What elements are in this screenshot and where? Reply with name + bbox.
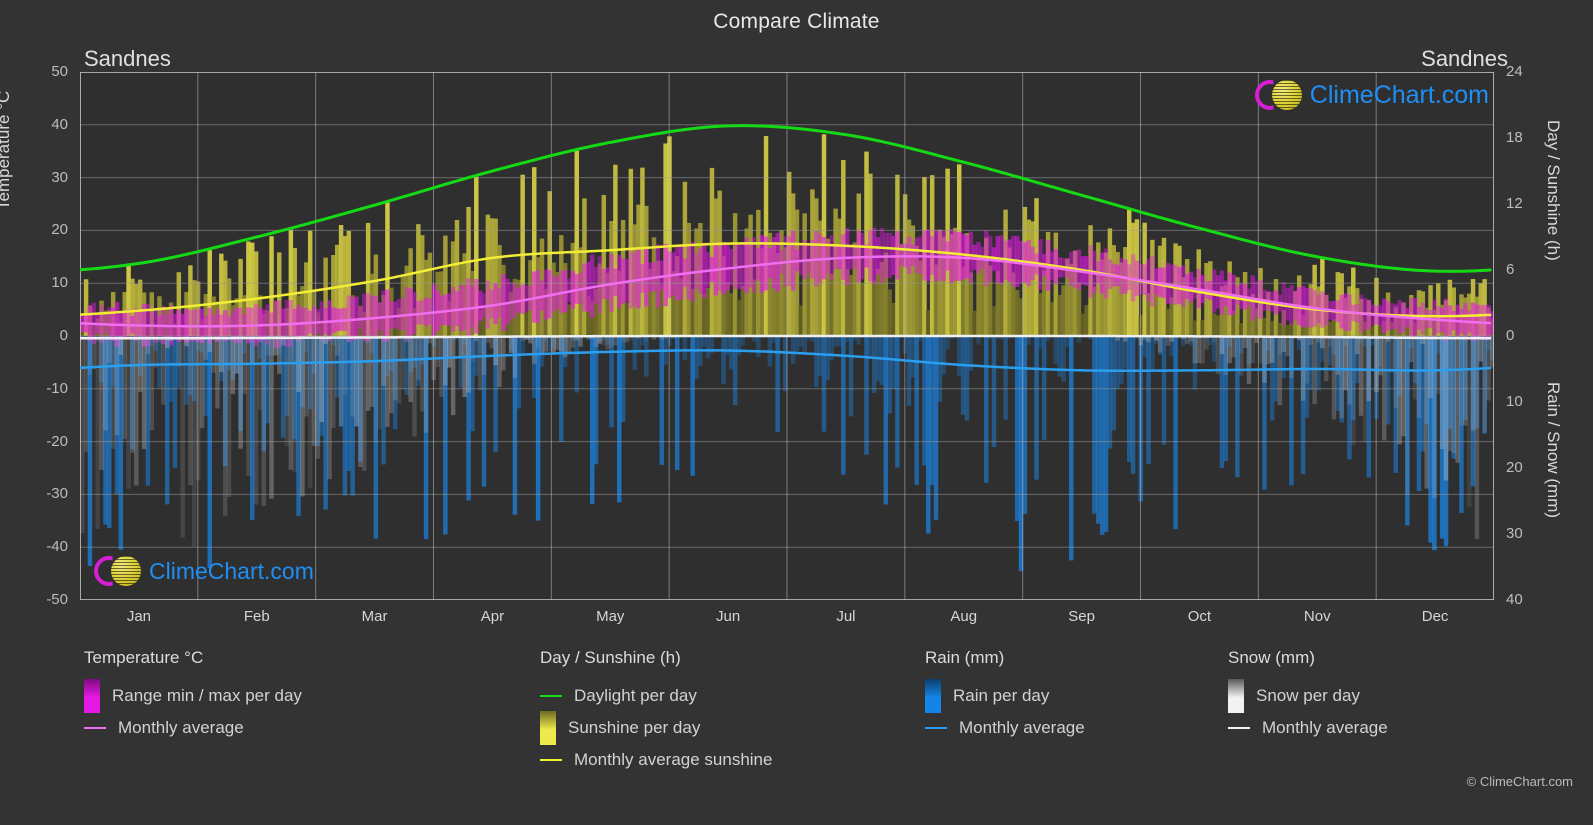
legend-item-label: Monthly average — [959, 718, 1085, 737]
tick-temp-20: 20 — [51, 221, 68, 239]
legend-group-rain-mm: Rain (mm) Rain per day Monthly average — [925, 648, 1085, 744]
legend-heading: Rain (mm) — [925, 648, 1005, 667]
legend-heading: Temperature °C — [84, 648, 204, 667]
tick-month-dec: Dec — [1421, 608, 1449, 625]
legend-swatch-line — [540, 759, 562, 761]
logo-sphere-icon — [111, 556, 141, 586]
legend-item-label: Daylight per day — [574, 686, 697, 705]
legend-group-temperature-c: Temperature °C Range min / max per day Mon… — [84, 648, 302, 744]
legend-item-label: Snow per day — [1256, 686, 1360, 705]
legend-item-label: Range min / max per day — [112, 686, 302, 705]
legend-item-label: Monthly average — [1262, 718, 1388, 737]
tick-temp--30: -30 — [46, 485, 68, 503]
tick-month-jun: Jun — [715, 608, 741, 625]
legend-item-label: Sunshine per day — [568, 718, 701, 737]
legend-swatch — [1228, 727, 1250, 729]
tick-temp-30: 30 — [51, 168, 68, 186]
city-label-left: Sandnes — [84, 46, 171, 71]
page-title: Compare Climate — [713, 10, 880, 33]
legend-swatch-box — [540, 711, 556, 745]
tick-hours-6: 6 — [1506, 261, 1515, 278]
legend-swatch-line — [925, 727, 947, 729]
legend-swatch — [540, 695, 562, 697]
legend-item[interactable]: Monthly average — [1228, 712, 1388, 744]
legend-item[interactable]: Monthly average sunshine — [540, 744, 772, 776]
legend-item-label: Monthly average — [118, 718, 244, 737]
legend-item-label: Rain per day — [953, 686, 1050, 705]
tick-temp--10: -10 — [46, 379, 68, 397]
tick-hours-18: 18 — [1506, 129, 1523, 146]
tick-temp-40: 40 — [51, 115, 68, 133]
legend-item[interactable]: Rain per day — [925, 679, 1085, 713]
chart-svg — [80, 72, 1494, 600]
copyright-notice: © ClimeChart.com — [1466, 774, 1573, 789]
legend-heading: Day / Sunshine (h) — [540, 648, 681, 667]
tick-mm-30: 30 — [1506, 525, 1523, 542]
climate-chart-page: Compare Climate Sandnes Sandnes Temperat… — [0, 0, 1593, 825]
tick-temp-10: 10 — [51, 274, 68, 292]
climechart-logo-bottom: ClimeChart.com — [94, 556, 314, 586]
tick-month-apr: Apr — [480, 608, 505, 625]
logo-text: ClimeChart.com — [149, 557, 314, 584]
tick-month-feb: Feb — [243, 608, 270, 625]
tick-month-nov: Nov — [1303, 608, 1331, 625]
legend-swatch-box — [84, 679, 100, 713]
legend-item[interactable]: Sunshine per day — [540, 711, 772, 745]
climechart-logo-top: ClimeChart.com — [1254, 80, 1489, 110]
tick-hours-24: 24 — [1506, 63, 1523, 80]
tick-temp--20: -20 — [46, 432, 68, 450]
chart-plot-area — [80, 72, 1494, 600]
tick-month-oct: Oct — [1187, 608, 1212, 625]
tick-mm-40: 40 — [1506, 591, 1523, 608]
tick-temp-50: 50 — [51, 63, 68, 80]
legend-swatch-line — [84, 727, 106, 729]
tick-month-sep: Sep — [1068, 608, 1095, 625]
legend-swatch — [540, 759, 562, 761]
tick-month-jul: Jul — [836, 608, 856, 625]
legend-swatch-box — [1228, 679, 1244, 713]
legend-heading: Snow (mm) — [1228, 648, 1315, 667]
legend-item[interactable]: Monthly average — [925, 712, 1085, 744]
legend-swatch-line — [540, 695, 562, 697]
chart-legend: Temperature °C Range min / max per day Mon… — [0, 648, 1593, 798]
tick-hours-12: 12 — [1506, 195, 1523, 212]
legend-swatch-box — [925, 679, 941, 713]
legend-swatch — [84, 727, 106, 729]
tick-mm-20: 20 — [1506, 459, 1523, 476]
tick-hours-0: 0 — [1506, 327, 1515, 344]
logo-sphere-icon — [1271, 80, 1302, 110]
legend-group-day-sunshine-h: Day / Sunshine (h) Daylight per day Sunshi… — [540, 648, 772, 776]
tick-temp-0: 0 — [59, 327, 68, 344]
tick-month-aug: Aug — [950, 608, 978, 625]
axis-label-temperature: Temperature °C — [0, 90, 13, 210]
tick-month-jan: Jan — [126, 608, 151, 625]
tick-month-may: May — [596, 608, 625, 625]
tick-mm-10: 10 — [1506, 393, 1523, 410]
legend-item-label: Monthly average sunshine — [574, 750, 773, 769]
tick-month-mar: Mar — [361, 608, 388, 625]
tick-temp--50: -50 — [46, 591, 68, 608]
legend-group-snow-mm: Snow (mm) Snow per day Monthly average — [1228, 648, 1388, 744]
legend-item[interactable]: Monthly average — [84, 712, 302, 744]
legend-swatch — [925, 727, 947, 729]
legend-item[interactable]: Snow per day — [1228, 679, 1388, 713]
logo-text: ClimeChart.com — [1309, 80, 1489, 109]
legend-item[interactable]: Daylight per day — [540, 680, 772, 712]
legend-swatch-line — [1228, 727, 1250, 729]
tick-temp--40: -40 — [46, 538, 68, 556]
legend-item[interactable]: Range min / max per day — [84, 679, 302, 713]
city-label-right: Sandnes — [1421, 46, 1508, 71]
